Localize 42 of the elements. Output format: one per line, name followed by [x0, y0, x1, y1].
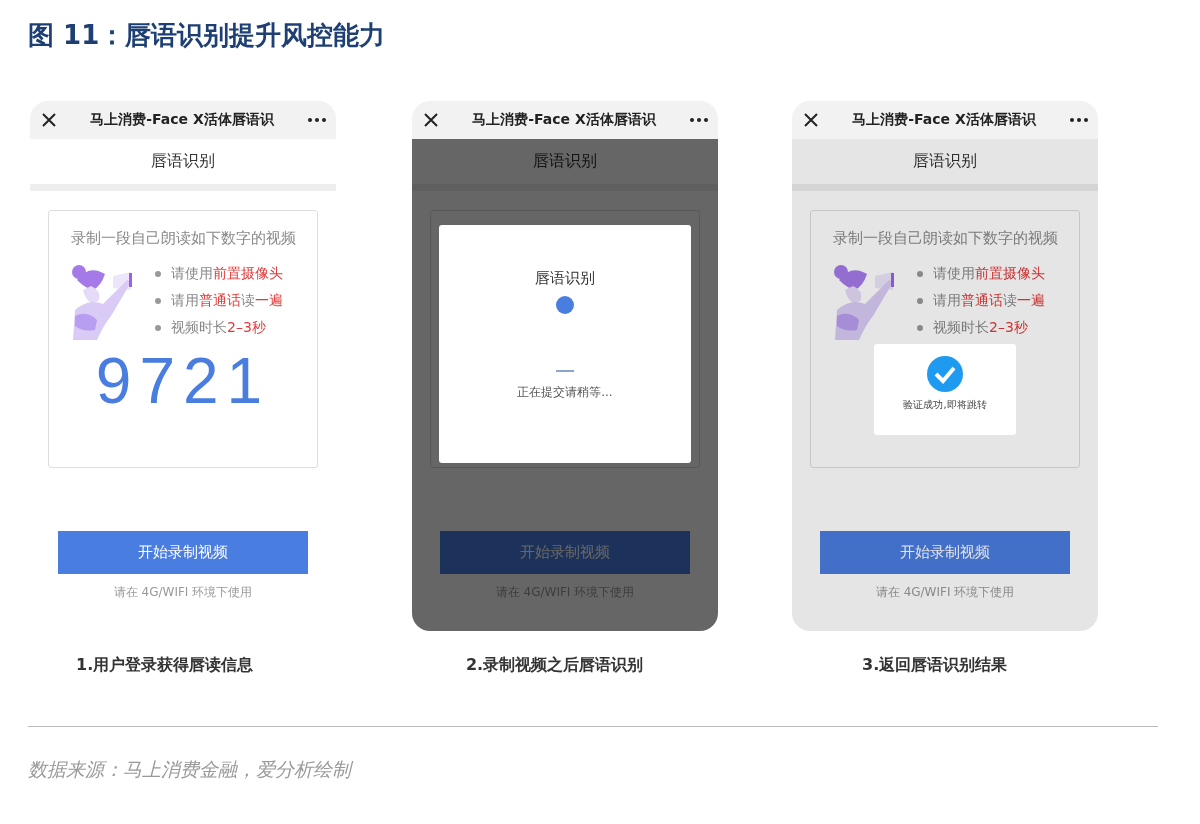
more-icon[interactable]	[689, 118, 708, 122]
card-prompt: 录制一段自己朗读如下数字的视频	[70, 229, 296, 248]
record-button[interactable]: 开始录制视频	[820, 531, 1071, 574]
dialog-message: 正在提交请稍等...	[517, 383, 613, 401]
bullet-dot	[155, 325, 161, 331]
bullet-dot	[917, 298, 924, 304]
tip-text: 请使用前置摄像头	[171, 265, 283, 283]
bullet-dot	[155, 271, 161, 277]
screen-caption: 3.返回唇语识别结果	[862, 655, 1008, 676]
digit-code: 9721	[95, 344, 271, 418]
toast-message: 验证成功,即将跳转	[903, 398, 987, 412]
close-icon[interactable]	[804, 113, 819, 127]
figure-title: 图 11：唇语识别提升风控能力	[28, 19, 386, 52]
card-prompt: 录制一段自己朗读如下数字的视频	[832, 229, 1058, 248]
close-icon[interactable]	[423, 113, 438, 127]
page-title: 马上消费-Face X活体唇语识	[851, 111, 1037, 129]
tip-text: 请用普通话读一遍	[933, 292, 1046, 310]
checkmark-icon	[927, 356, 964, 392]
network-note: 请在 4G/WIFI 环境下使用	[875, 584, 1015, 601]
network-note: 请在 4G/WIFI 环境下使用	[113, 584, 253, 601]
record-button[interactable]: 开始录制视频	[439, 531, 690, 574]
loading-dot	[555, 296, 574, 314]
close-icon[interactable]	[42, 113, 56, 127]
record-button[interactable]: 开始录制视频	[58, 531, 308, 574]
bullet-dot	[917, 325, 924, 331]
more-icon[interactable]	[1070, 118, 1089, 122]
screen-caption: 2.录制视频之后唇语识别	[465, 655, 644, 676]
screen-subtitle: 唇语识别	[151, 150, 215, 172]
page-title: 马上消费-Face X活体唇语识	[89, 111, 275, 129]
page-title: 马上消费-Face X活体唇语识	[471, 111, 657, 129]
bullet-dot	[155, 298, 161, 304]
screen-caption: 1.用户登录获得唇读信息	[76, 655, 254, 676]
tip-text: 视频时长2–3秒	[933, 319, 1028, 337]
more-icon[interactable]	[308, 118, 326, 122]
screen-subtitle: 唇语识别	[913, 150, 978, 172]
tip-text: 请使用前置摄像头	[933, 265, 1046, 283]
progress-dash	[555, 370, 574, 372]
bullet-dot	[917, 271, 924, 277]
tip-text: 视频时长2–3秒	[171, 319, 266, 337]
screen-subtitle: 唇语识别	[532, 150, 597, 172]
dialog-title: 唇语识别	[534, 269, 595, 288]
tip-text: 请用普通话读一遍	[171, 292, 283, 310]
